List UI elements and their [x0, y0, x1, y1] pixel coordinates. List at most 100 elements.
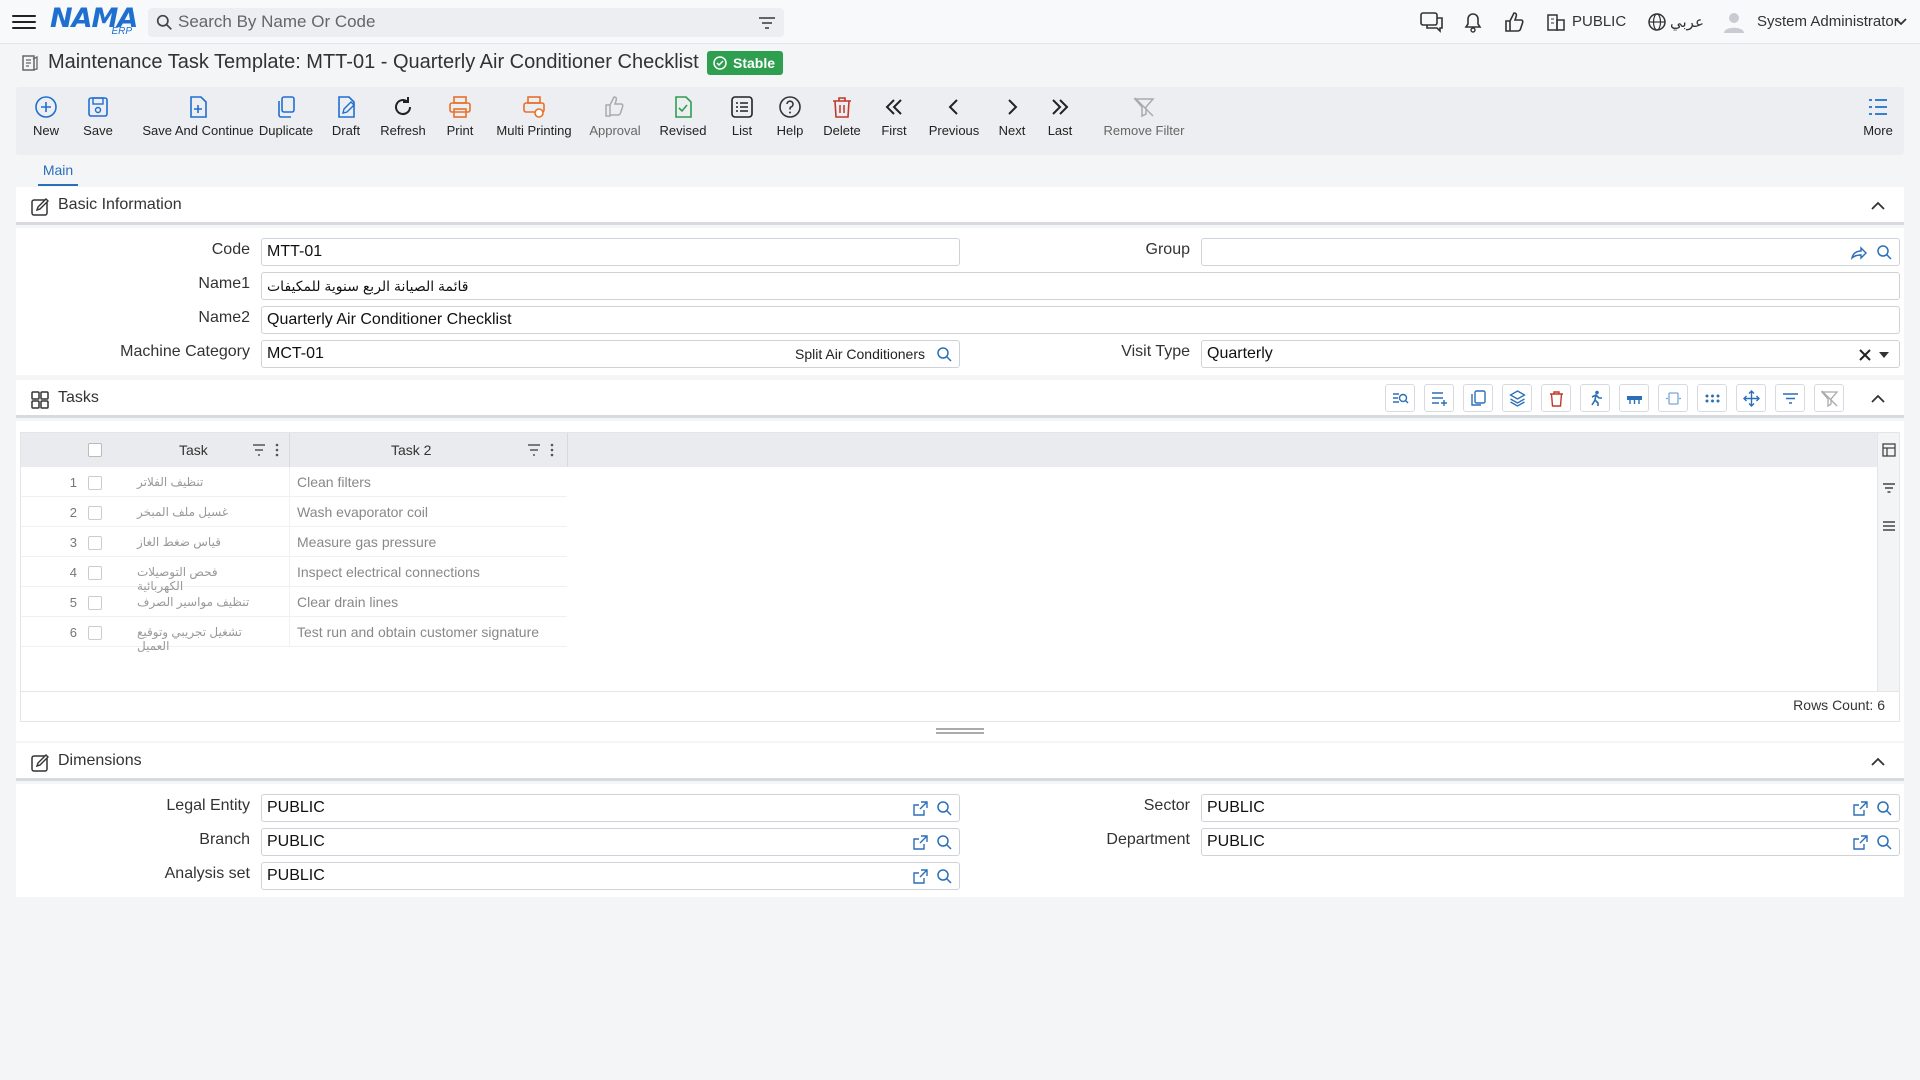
task-cell[interactable]: تشغيل تجريبي وتوقيع العميل — [137, 625, 267, 653]
grid-columns-button[interactable] — [1619, 384, 1649, 412]
help-button[interactable]: Help — [770, 95, 810, 138]
last-button[interactable]: Last — [1040, 95, 1080, 138]
search-lookup-icon[interactable] — [1876, 244, 1893, 261]
row-checkbox[interactable] — [88, 626, 102, 640]
previous-button[interactable]: Previous — [926, 95, 982, 138]
chevron-up-icon[interactable] — [1870, 199, 1886, 213]
department-field[interactable]: PUBLIC — [1201, 828, 1900, 856]
open-external-icon[interactable] — [912, 834, 929, 851]
machine-category-field[interactable]: MCT-01 Split Air Conditioners — [261, 340, 960, 368]
search-lookup-icon[interactable] — [936, 868, 953, 885]
multi-printing-button[interactable]: Multi Printing — [492, 95, 576, 138]
analysis-set-field[interactable]: PUBLIC — [261, 862, 960, 890]
grid-remove-filter-button[interactable] — [1814, 384, 1844, 412]
dimensions-header[interactable]: Dimensions — [16, 743, 1904, 781]
search-input[interactable] — [178, 11, 738, 33]
name1-field[interactable]: قائمة الصيانة الربع سنوية للمكيفات — [261, 272, 1900, 300]
grid-dots-button[interactable] — [1697, 384, 1727, 412]
resize-handle[interactable] — [936, 728, 984, 734]
chat-icon[interactable] — [1419, 10, 1445, 34]
basic-information-header[interactable]: Basic Information — [16, 187, 1904, 225]
name2-field[interactable]: Quarterly Air Conditioner Checklist — [261, 306, 1900, 334]
filter-lines-icon[interactable] — [758, 15, 776, 31]
open-external-icon[interactable] — [1852, 834, 1869, 851]
grid-expand-button[interactable] — [1658, 384, 1688, 412]
tab-main[interactable]: Main — [38, 162, 78, 186]
draft-button[interactable]: Draft — [326, 95, 366, 138]
grid-copy-button[interactable] — [1463, 384, 1493, 412]
search-lookup-icon[interactable] — [1876, 834, 1893, 851]
task-cell[interactable]: قياس ضغط الغاز — [137, 535, 267, 549]
grid-move-button[interactable] — [1736, 384, 1766, 412]
select-all-checkbox[interactable] — [88, 443, 102, 457]
list-button[interactable]: List — [722, 95, 762, 138]
code-field[interactable]: MTT-01 — [261, 238, 960, 266]
sector-field[interactable]: PUBLIC — [1201, 794, 1900, 822]
user-menu[interactable]: System Administrator — [1757, 13, 1899, 30]
grid-search-button[interactable] — [1385, 384, 1415, 412]
branch-field[interactable]: PUBLIC — [261, 828, 960, 856]
remove-filter-button[interactable]: Remove Filter — [1094, 95, 1194, 138]
search-lookup-icon[interactable] — [936, 800, 953, 817]
task-2-cell[interactable]: Clear drain lines — [297, 594, 398, 610]
grid-delete-button[interactable] — [1541, 384, 1571, 412]
legal-entity-field[interactable]: PUBLIC — [261, 794, 960, 822]
task-2-cell[interactable]: Clean filters — [297, 474, 371, 490]
next-button[interactable]: Next — [992, 95, 1032, 138]
logo[interactable]: NAMA ERP — [50, 4, 138, 38]
table-row[interactable]: 4 فحص التوصيلات الكهربائية Inspect electri… — [21, 557, 567, 593]
more-button[interactable]: More — [1858, 95, 1898, 138]
chevron-down-icon[interactable] — [1893, 14, 1909, 30]
save-button[interactable]: Save — [78, 95, 118, 138]
task-2-cell[interactable]: Test run and obtain customer signature — [297, 624, 539, 640]
task-cell[interactable]: غسيل ملف المبخر — [137, 505, 267, 519]
company-selector[interactable]: PUBLIC — [1572, 13, 1626, 30]
table-row[interactable]: 2 غسيل ملف المبخر Wash evaporator coil — [21, 497, 567, 527]
first-button[interactable]: First — [874, 95, 914, 138]
open-external-icon[interactable] — [1852, 800, 1869, 817]
column-header-task-2[interactable]: Task 2 — [391, 442, 431, 458]
share-icon[interactable] — [1850, 244, 1867, 261]
table-row[interactable]: 5 تنظيف مواسير الصرف Clear drain lines — [21, 587, 567, 617]
save-and-continue-button[interactable]: Save And Continue — [130, 95, 266, 138]
columns-menu-icon[interactable] — [1882, 519, 1896, 533]
column-header-task[interactable]: Task — [179, 442, 208, 458]
column-filter-icon[interactable] — [251, 443, 285, 457]
visit-type-select[interactable]: Quarterly — [1201, 340, 1900, 368]
open-external-icon[interactable] — [912, 800, 929, 817]
row-checkbox[interactable] — [88, 506, 102, 520]
row-checkbox[interactable] — [88, 536, 102, 550]
row-checkbox[interactable] — [88, 596, 102, 610]
table-row[interactable]: 3 قياس ضغط الغاز Measure gas pressure — [21, 527, 567, 557]
table-row[interactable]: 1 تنظيف الفلاتر Clean filters — [21, 467, 567, 497]
search-lookup-icon[interactable] — [936, 834, 953, 851]
grid-layers-button[interactable] — [1502, 384, 1532, 412]
clear-icon[interactable] — [1858, 348, 1872, 362]
open-external-icon[interactable] — [912, 868, 929, 885]
row-checkbox[interactable] — [88, 566, 102, 580]
revised-button[interactable]: Revised — [654, 95, 712, 138]
column-filter-icon[interactable] — [526, 443, 560, 457]
grid-run-button[interactable] — [1580, 384, 1610, 412]
task-cell[interactable]: تنظيف مواسير الصرف — [137, 595, 267, 609]
task-cell[interactable]: تنظيف الفلاتر — [137, 475, 267, 489]
print-button[interactable]: Print — [440, 95, 480, 138]
row-checkbox[interactable] — [88, 476, 102, 490]
delete-button[interactable]: Delete — [820, 95, 864, 138]
search-lookup-icon[interactable] — [1876, 800, 1893, 817]
group-field[interactable] — [1201, 238, 1900, 266]
chevron-up-icon[interactable] — [1870, 392, 1886, 406]
task-2-cell[interactable]: Inspect electrical connections — [297, 564, 480, 580]
grid-filter-button[interactable] — [1775, 384, 1805, 412]
filter-lines-icon[interactable] — [1882, 481, 1896, 495]
search-box[interactable] — [148, 8, 784, 37]
table-settings-icon[interactable] — [1882, 443, 1896, 457]
task-2-cell[interactable]: Measure gas pressure — [297, 534, 436, 550]
like-icon[interactable] — [1502, 10, 1528, 34]
chevron-down-icon[interactable] — [1878, 350, 1890, 360]
duplicate-button[interactable]: Duplicate — [254, 95, 318, 138]
table-row[interactable]: 6 تشغيل تجريبي وتوقيع العميل Test run and … — [21, 617, 567, 653]
language-toggle[interactable]: عربي — [1670, 13, 1704, 31]
approval-button[interactable]: Approval — [586, 95, 644, 138]
task-2-cell[interactable]: Wash evaporator coil — [297, 504, 428, 520]
